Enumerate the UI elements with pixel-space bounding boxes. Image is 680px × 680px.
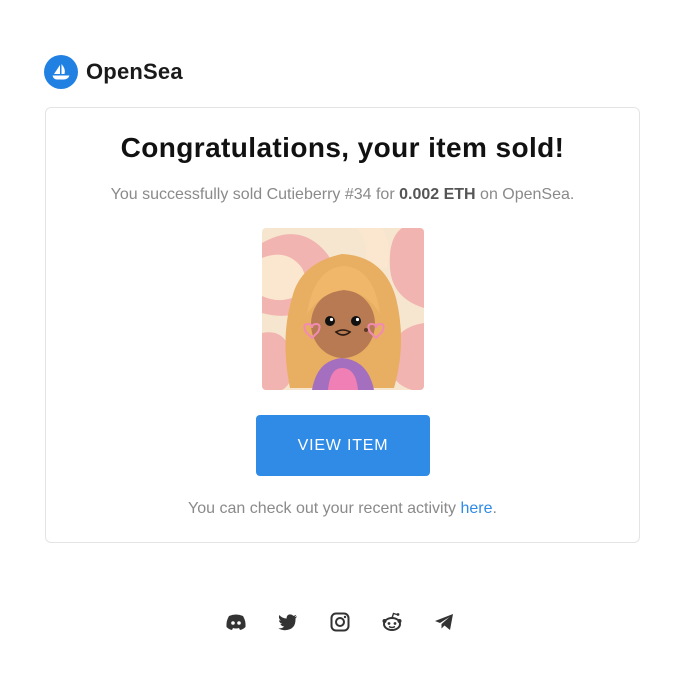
brand-name: OpenSea bbox=[86, 59, 183, 84]
instagram-icon[interactable] bbox=[327, 610, 353, 634]
nft-image[interactable] bbox=[262, 228, 424, 390]
activity-note-prefix: You can check out your recent activity bbox=[188, 500, 461, 517]
discord-icon[interactable] bbox=[223, 610, 249, 634]
social-links bbox=[0, 610, 680, 634]
page-title: Congratulations, your item sold! bbox=[120, 132, 565, 163]
reddit-icon[interactable] bbox=[379, 610, 405, 634]
sale-summary-prefix: You successfully sold Cutieberry #34 for bbox=[110, 186, 400, 203]
activity-note: You can check out your recent activity h… bbox=[46, 500, 639, 518]
twitter-icon[interactable] bbox=[275, 610, 301, 634]
opensea-logo-icon bbox=[44, 55, 78, 89]
activity-note-suffix: . bbox=[492, 500, 497, 517]
telegram-icon[interactable] bbox=[431, 610, 457, 634]
sale-summary: You successfully sold Cutieberry #34 for… bbox=[46, 186, 639, 204]
view-item-button[interactable]: VIEW ITEM bbox=[256, 415, 430, 476]
sale-price: 0.002 ETH bbox=[399, 186, 476, 203]
brand-header[interactable]: OpenSea bbox=[44, 55, 183, 89]
sale-summary-suffix: on OpenSea. bbox=[475, 186, 575, 203]
sale-notification-card: Congratulations, your item sold! You suc… bbox=[45, 107, 640, 543]
activity-link[interactable]: here bbox=[460, 500, 492, 517]
